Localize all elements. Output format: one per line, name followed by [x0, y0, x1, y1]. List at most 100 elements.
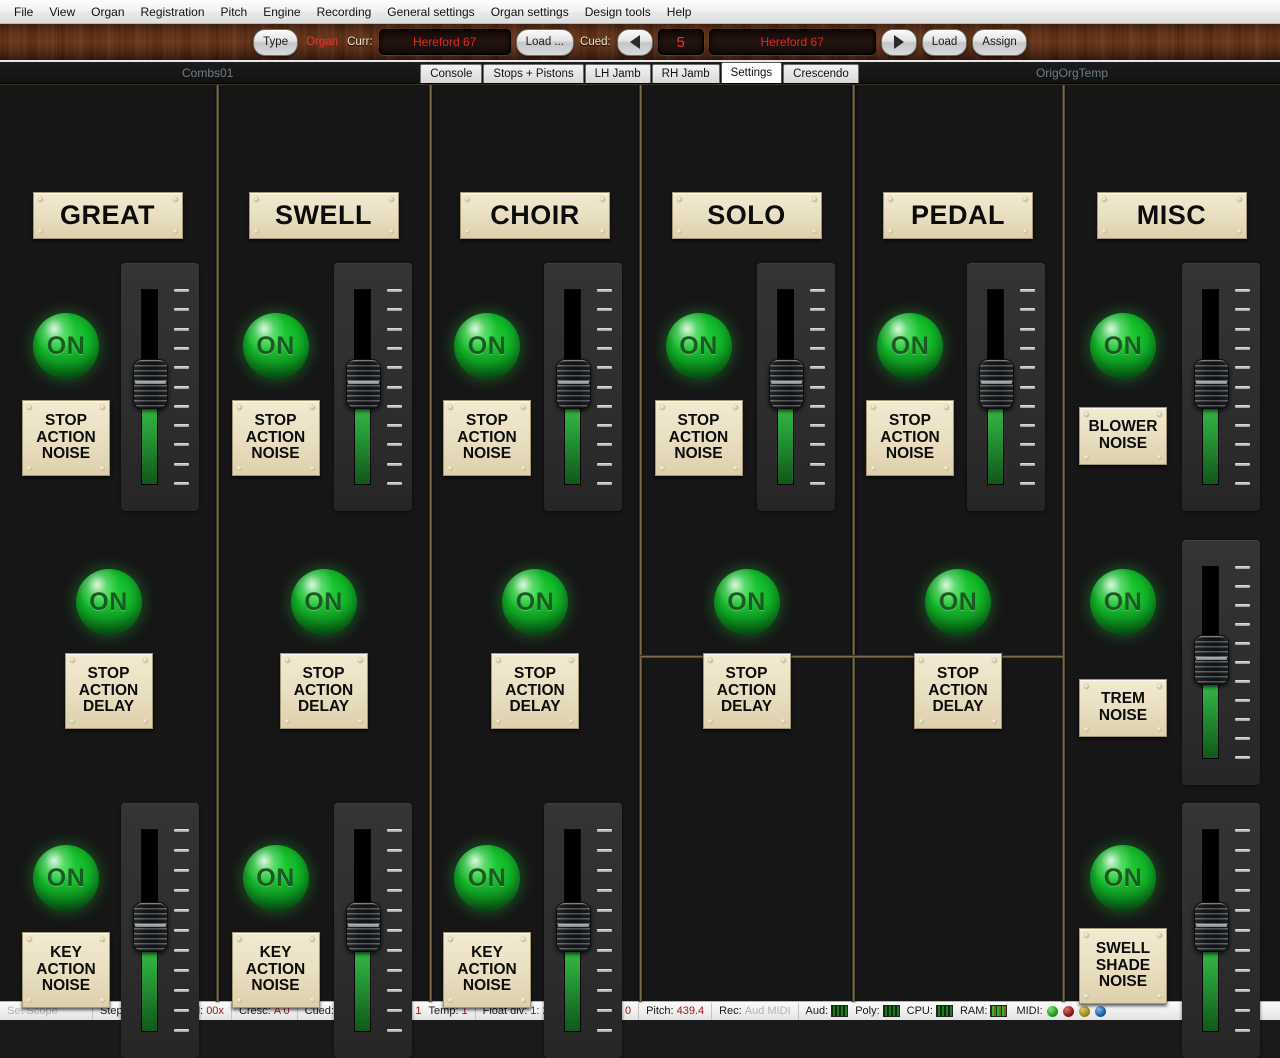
status-rec: Rec: Aud MIDI: [712, 1002, 799, 1020]
power-toggle-lamp[interactable]: ON: [1090, 313, 1156, 379]
column-header-label: MISC: [1136, 200, 1207, 231]
menu-item-view[interactable]: View: [41, 2, 83, 22]
slider-tick: [174, 424, 189, 428]
type-button[interactable]: Type: [253, 28, 299, 56]
power-toggle-lamp[interactable]: ON: [665, 313, 732, 379]
power-toggle-lamp[interactable]: ON: [454, 313, 520, 379]
slider-handle[interactable]: [556, 902, 591, 953]
menu-item-help[interactable]: Help: [659, 2, 700, 22]
volume-slider[interactable]: [334, 263, 412, 511]
slider-tick: [597, 385, 612, 389]
power-toggle-lamp[interactable]: ON: [75, 569, 142, 635]
next-button[interactable]: [880, 28, 917, 56]
volume-slider[interactable]: [1182, 803, 1260, 1058]
tab-crescendo[interactable]: Crescendo: [783, 64, 859, 83]
menu-bar: File View Organ Registration Pitch Engine Reco…: [0, 0, 1280, 24]
power-toggle-lamp[interactable]: ON: [925, 569, 991, 635]
volume-slider[interactable]: [967, 263, 1045, 511]
temperament-label: OrigOrgTemp: [1035, 66, 1108, 80]
power-toggle-lamp[interactable]: ON: [1090, 845, 1156, 911]
slider-tick: [174, 289, 189, 292]
slider-tick: [1235, 869, 1250, 872]
slider-tick: [597, 424, 612, 428]
power-toggle-lamp[interactable]: ON: [1090, 569, 1156, 635]
slider-handle[interactable]: [346, 359, 381, 410]
menu-item-design-tools[interactable]: Design tools: [577, 2, 659, 22]
menu-item-engine[interactable]: Engine: [255, 2, 308, 22]
cued-number-display[interactable]: 5: [657, 29, 704, 55]
tab-lh-jamb[interactable]: LH Jamb: [584, 64, 651, 83]
menu-item-registration[interactable]: Registration: [133, 2, 213, 22]
slider-handle[interactable]: [1194, 902, 1229, 953]
slider-tick: [387, 909, 402, 912]
power-toggle-lamp[interactable]: ON: [33, 313, 99, 379]
cued-organ-display[interactable]: Hereford 67: [708, 29, 876, 55]
slider-handle[interactable]: [346, 902, 381, 953]
power-toggle-lamp[interactable]: ON: [877, 313, 943, 379]
plate-line: NOISE: [1098, 435, 1148, 452]
volume-slider[interactable]: [1182, 263, 1260, 511]
slider-handle[interactable]: [1194, 634, 1229, 685]
menu-item-organ-settings[interactable]: Organ settings: [483, 2, 577, 22]
slider-tick: [174, 909, 189, 912]
slider-handle[interactable]: [979, 359, 1014, 410]
power-toggle-lamp[interactable]: ON: [502, 569, 568, 635]
slider-handle[interactable]: [133, 359, 168, 410]
power-toggle-lamp[interactable]: ON: [454, 845, 520, 911]
slider-scale: [1234, 829, 1250, 1032]
volume-slider[interactable]: [334, 803, 412, 1058]
volume-slider[interactable]: [757, 263, 835, 511]
plate-line: DELAY: [297, 698, 350, 716]
load-ellipsis-button[interactable]: Load ...: [515, 28, 575, 56]
plate-line: ACTION: [668, 428, 729, 446]
tab-rh-jamb[interactable]: RH Jamb: [651, 64, 720, 83]
slider-tick: [387, 327, 402, 331]
slider-tick: [387, 849, 402, 852]
slider-handle[interactable]: [556, 359, 591, 410]
menu-item-organ[interactable]: Organ: [83, 2, 132, 22]
slider-tick: [174, 327, 189, 331]
tab-stops-pistons[interactable]: Stops + Pistons: [483, 64, 584, 83]
aud-meter-icon: [831, 1005, 849, 1017]
control-name-plate: KEY ACTION NOISE: [22, 932, 110, 1008]
assign-button[interactable]: Assign: [972, 28, 1027, 56]
menu-item-pitch[interactable]: Pitch: [213, 2, 256, 22]
slider-handle[interactable]: [1194, 359, 1229, 410]
rec-midi-label: MIDI: [767, 1005, 791, 1017]
volume-slider[interactable]: [121, 803, 199, 1058]
menu-item-recording[interactable]: Recording: [309, 2, 380, 22]
plate-line: ACTION: [457, 428, 517, 446]
previous-button[interactable]: [616, 28, 653, 56]
slider-tick: [174, 849, 189, 852]
lamp-state-label: ON: [89, 587, 128, 616]
tab-settings[interactable]: Settings: [720, 62, 783, 83]
plate-line: BLOWER: [1088, 418, 1158, 436]
control-name-plate: STOP ACTION DELAY: [914, 653, 1002, 729]
current-organ-display[interactable]: Hereford 67: [378, 29, 511, 55]
tab-console[interactable]: Console: [420, 64, 483, 83]
slider-tick: [810, 327, 825, 331]
control-name-plate: SWELL SHADE NOISE: [1079, 928, 1167, 1004]
power-toggle-lamp[interactable]: ON: [290, 569, 357, 635]
power-toggle-lamp[interactable]: ON: [242, 845, 309, 911]
slider-handle[interactable]: [133, 902, 168, 953]
power-toggle-lamp[interactable]: ON: [713, 569, 780, 635]
power-toggle-lamp[interactable]: ON: [33, 845, 99, 911]
volume-slider[interactable]: [1182, 540, 1260, 785]
lamp-state-label: ON: [727, 587, 766, 616]
power-toggle-lamp[interactable]: ON: [242, 313, 309, 379]
slider-tick: [1235, 1009, 1250, 1012]
slider-handle[interactable]: [769, 359, 804, 410]
plate-line: ACTION: [880, 428, 940, 446]
slider-tick: [174, 385, 189, 389]
menu-item-general-settings[interactable]: General settings: [379, 2, 482, 22]
menu-item-file[interactable]: File: [6, 2, 41, 22]
combination-set-label: Combs01: [182, 66, 234, 80]
column-divider: [429, 85, 432, 1002]
slider-tick: [387, 424, 402, 428]
volume-slider[interactable]: [121, 263, 199, 511]
volume-slider[interactable]: [544, 803, 622, 1058]
load-button[interactable]: Load: [921, 28, 968, 56]
slider-tick: [1020, 462, 1035, 466]
volume-slider[interactable]: [544, 263, 622, 511]
